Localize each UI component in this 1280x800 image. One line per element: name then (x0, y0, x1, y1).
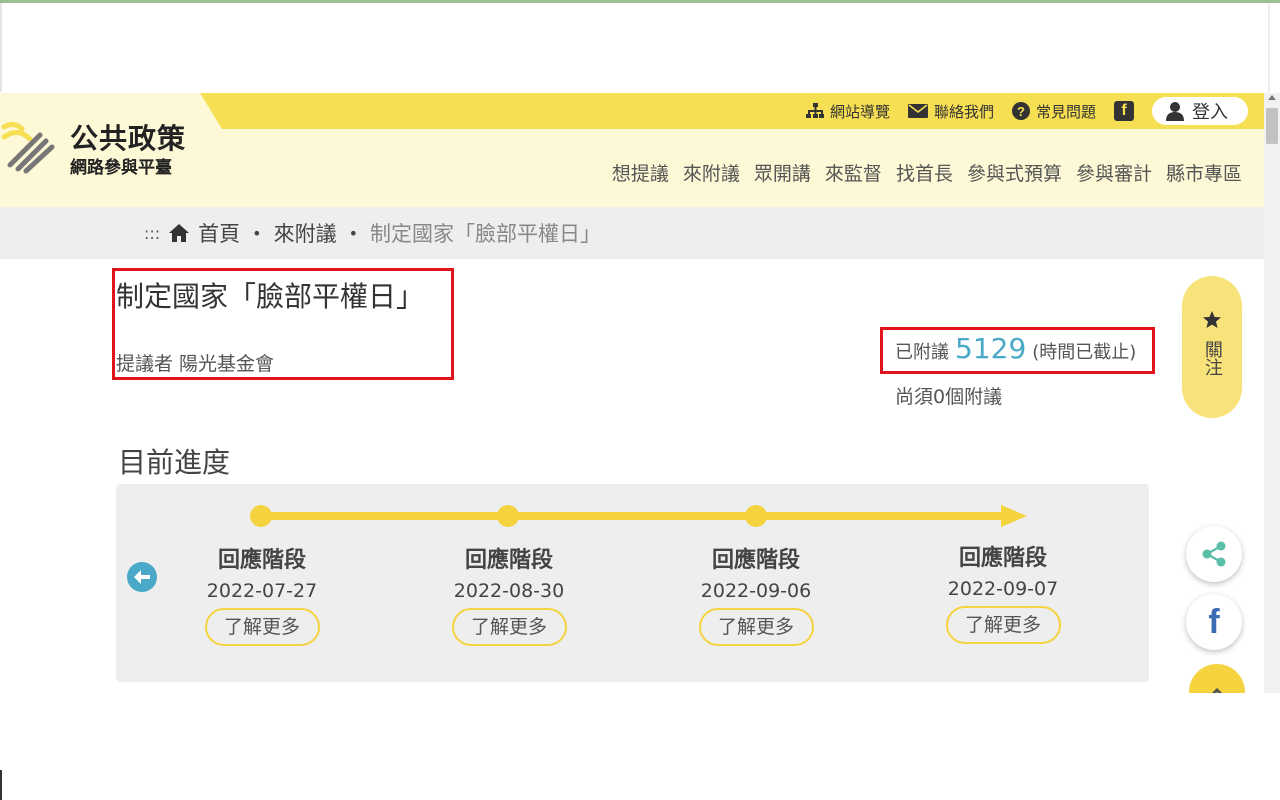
util-contact-link[interactable]: 聯絡我們 (907, 101, 994, 122)
stage-name: 回應階段 (217, 548, 306, 573)
util-sitemap-label: 網站導覽 (829, 102, 890, 121)
scroll-up-arrow-icon[interactable] (1268, 95, 1276, 100)
star-icon (1203, 311, 1221, 328)
window-right-edge (1268, 3, 1270, 92)
count-value: 5129 (955, 332, 1027, 365)
login-button[interactable]: 登入 (1152, 97, 1248, 125)
breadcrumb-separator: • (348, 223, 359, 243)
stage-more-button[interactable]: 了解更多 (204, 608, 320, 646)
svg-text:?: ? (1017, 104, 1025, 119)
breadcrumb: ::: 首頁 • 來附議 • 制定國家「臉部平權日」 (0, 207, 1264, 259)
nav-item-endorse[interactable]: 來附議 (683, 159, 740, 186)
breadcrumb-current: 制定國家「臉部平權日」 (370, 222, 602, 246)
util-faq-link[interactable]: ? 常見問題 (1011, 101, 1096, 122)
nav-item-discuss[interactable]: 眾開講 (754, 159, 811, 186)
blank-bottom-area (0, 693, 1280, 800)
breadcrumb-accesskey[interactable]: ::: (144, 224, 160, 243)
progress-stage: 回應階段 2022-09-06 了解更多 (676, 542, 836, 646)
logo-subtitle: 網路參與平臺 (70, 158, 172, 178)
stage-date: 2022-09-07 (947, 578, 1059, 600)
site-logo[interactable]: 公共政策 網路參與平臺 (0, 113, 200, 183)
breadcrumb-home[interactable]: 首頁 (198, 218, 240, 248)
page-title: 制定國家「臉部平權日」 (116, 280, 425, 313)
progress-stage: 回應階段 2022-09-07 了解更多 (923, 540, 1083, 644)
stage-more-button[interactable]: 了解更多 (945, 606, 1061, 644)
proposer-text: 提議者 陽光基金會 (116, 353, 275, 375)
progress-prev-button[interactable] (127, 562, 157, 592)
follow-button[interactable]: 關注 (1182, 276, 1242, 418)
facebook-share-button[interactable]: f (1186, 594, 1242, 650)
nav-item-propose[interactable]: 想提議 (612, 159, 669, 186)
login-label: 登入 (1192, 102, 1228, 123)
util-contact-label: 聯絡我們 (933, 102, 994, 121)
endorsement-count: 已附議 5129 (時間已截止) (895, 332, 1136, 365)
follow-label: 關注 (1201, 340, 1223, 376)
facebook-icon[interactable]: f (1114, 101, 1134, 121)
util-faq-label: 常見問題 (1035, 102, 1096, 121)
window-left-edge (0, 3, 2, 92)
window-bottom-left-edge (0, 770, 2, 800)
logo-hands-icon (1, 121, 55, 174)
stage-date: 2022-09-06 (700, 580, 812, 602)
progress-arrow-icon (1001, 505, 1027, 527)
progress-node (250, 505, 272, 527)
stage-date: 2022-07-27 (206, 580, 318, 602)
util-sitemap-link[interactable]: 網站導覽 (805, 101, 890, 122)
stage-name: 回應階段 (958, 546, 1047, 571)
share-button[interactable] (1186, 526, 1242, 582)
stage-name: 回應階段 (711, 548, 800, 573)
site-header: 公共政策 網路參與平臺 網站導覽 聯絡我們 ? 常見問題 f 登入 想提議 來附… (0, 93, 1264, 207)
breadcrumb-separator: • (252, 223, 262, 243)
progress-node (497, 505, 519, 527)
breadcrumb-section[interactable]: 來附議 (274, 218, 337, 248)
needed-endorsements: 尚須0個附議 (895, 386, 1003, 408)
progress-stage: 回應階段 2022-07-27 了解更多 (182, 542, 342, 646)
envelope-icon (907, 104, 928, 118)
sitemap-icon (805, 103, 824, 118)
user-icon (1166, 102, 1184, 121)
count-status: (時間已截止) (1032, 342, 1137, 363)
logo-title: 公共政策 (70, 122, 187, 155)
arrow-left-icon (134, 570, 150, 584)
nav-item-budget[interactable]: 參與式預算 (967, 159, 1062, 186)
share-icon (1202, 541, 1226, 567)
stage-more-button[interactable]: 了解更多 (451, 608, 567, 646)
stage-name: 回應階段 (464, 548, 553, 573)
progress-track (260, 512, 1005, 520)
main-nav: 想提議 來附議 眾開講 來監督 找首長 參與式預算 參與審計 縣市專區 (612, 159, 1242, 186)
nav-item-officials[interactable]: 找首長 (896, 159, 953, 186)
page-scrollbar[interactable] (1264, 93, 1280, 693)
progress-stage: 回應階段 2022-08-30 了解更多 (429, 542, 589, 646)
nav-item-monitor[interactable]: 來監督 (825, 159, 882, 186)
nav-item-counties[interactable]: 縣市專區 (1166, 159, 1242, 186)
blank-top-area (0, 3, 1280, 92)
progress-node (745, 505, 767, 527)
scrollbar-thumb[interactable] (1266, 108, 1278, 144)
progress-heading: 目前進度 (118, 446, 231, 479)
stage-date: 2022-08-30 (453, 580, 565, 602)
stage-more-button[interactable]: 了解更多 (698, 608, 814, 646)
nav-item-audit[interactable]: 參與審計 (1076, 159, 1152, 186)
utility-bar: 網站導覽 聯絡我們 ? 常見問題 f 登入 (805, 96, 1248, 126)
question-icon: ? (1011, 102, 1030, 120)
count-label: 已附議 (895, 342, 949, 363)
home-icon (169, 224, 190, 242)
